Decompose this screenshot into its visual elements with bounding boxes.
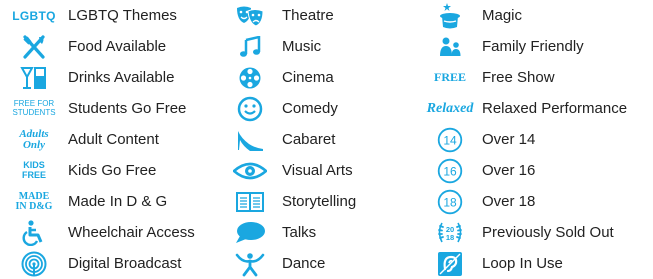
legend-label: Drinks Available — [68, 69, 175, 86]
svg-text:18: 18 — [446, 233, 454, 242]
cutlery-icon — [0, 31, 68, 62]
dancer-icon — [218, 248, 282, 279]
legend-column-1: LGBTQ LGBTQ Themes Food Available Drinks… — [0, 0, 230, 279]
legend-label: Over 14 — [482, 131, 536, 148]
legend-item-cabaret: Cabaret — [218, 124, 418, 155]
open-book-icon — [218, 186, 282, 217]
eye-icon — [218, 155, 282, 186]
made-in-dg-icon: MADE IN D&G — [15, 191, 53, 212]
laurel-icon: 20 18 — [418, 217, 482, 248]
legend-label: Storytelling — [282, 193, 357, 210]
magic-hat-icon — [418, 0, 482, 31]
smiley-icon — [218, 93, 282, 124]
legend-item-free-show: FREE Free Show — [418, 62, 653, 93]
legend-item-music: Music — [218, 31, 418, 62]
legend-item-drinks: Drinks Available — [0, 62, 230, 93]
legend-column-2: Theatre Music Cinema Comedy Cabaret Visu… — [218, 0, 418, 279]
legend-label: Visual Arts — [282, 162, 353, 179]
legend-label: Digital Broadcast — [68, 255, 182, 272]
age-18-icon: 18 — [418, 186, 482, 217]
legend-label: Relaxed Performance — [482, 100, 628, 117]
legend-label: Free Show — [482, 69, 555, 86]
legend-item-students: FREE FOR STUDENTS Students Go Free — [0, 93, 230, 124]
legend-item-wheelchair: Wheelchair Access — [0, 217, 230, 248]
legend-item-family: Family Friendly — [418, 31, 653, 62]
legend: LGBTQ LGBTQ Themes Food Available Drinks… — [0, 0, 653, 279]
legend-label: Over 18 — [482, 193, 536, 210]
kids-free-icon: KIDS FREE — [21, 160, 46, 180]
theatre-masks-icon — [218, 0, 282, 31]
legend-label: Food Available — [68, 38, 167, 55]
legend-label: Previously Sold Out — [482, 224, 614, 241]
legend-label: Comedy — [282, 100, 338, 117]
age-16-icon: 16 — [418, 155, 482, 186]
legend-item-kids: KIDS FREE Kids Go Free — [0, 155, 230, 186]
legend-item-over-18: 18 Over 18 — [418, 186, 653, 217]
legend-label: LGBTQ Themes — [68, 7, 177, 24]
adults-only-icon: Adults Only — [19, 128, 49, 151]
legend-item-adult: Adults Only Adult Content — [0, 124, 230, 155]
legend-label: Cinema — [282, 69, 334, 86]
family-icon — [418, 31, 482, 62]
legend-item-food: Food Available — [0, 31, 230, 62]
legend-item-storytelling: Storytelling — [218, 186, 418, 217]
drinks-icon — [0, 62, 68, 93]
legend-label: Cabaret — [282, 131, 336, 148]
free-icon: FREE — [433, 69, 466, 84]
legend-item-dance: Dance — [218, 248, 418, 279]
lgbtq-icon: LGBTQ — [12, 8, 56, 23]
legend-item-over-16: 16 Over 16 — [418, 155, 653, 186]
legend-column-3: Magic Family Friendly FREE Free Show Rel… — [418, 0, 653, 279]
legend-item-theatre: Theatre — [218, 0, 418, 31]
legend-label: Over 16 — [482, 162, 536, 179]
broadcast-icon — [0, 248, 68, 279]
legend-label: Music — [282, 38, 322, 55]
legend-item-lgbtq: LGBTQ LGBTQ Themes — [0, 0, 230, 31]
legend-item-comedy: Comedy — [218, 93, 418, 124]
free-for-students-icon: FREE FOR STUDENTS — [12, 99, 56, 117]
legend-item-relaxed: Relaxed Relaxed Performance — [418, 93, 653, 124]
svg-text:16: 16 — [443, 164, 457, 178]
legend-label: Wheelchair Access — [68, 224, 195, 241]
wheelchair-icon — [0, 217, 68, 248]
speech-bubble-icon — [218, 217, 282, 248]
legend-label: Talks — [282, 224, 317, 241]
legend-label: Loop In Use — [482, 255, 563, 272]
legend-label: Students Go Free — [68, 100, 187, 117]
legend-item-over-14: 14 Over 14 — [418, 124, 653, 155]
legend-item-made: MADE IN D&G Made In D & G — [0, 186, 230, 217]
legend-label: Magic — [482, 7, 523, 24]
hearing-loop-icon — [418, 248, 482, 279]
relaxed-icon: Relaxed — [426, 100, 474, 116]
legend-item-cinema: Cinema — [218, 62, 418, 93]
legend-item-loop: Loop In Use — [418, 248, 653, 279]
legend-item-broadcast: Digital Broadcast — [0, 248, 230, 279]
legend-item-talks: Talks — [218, 217, 418, 248]
legend-item-magic: Magic — [418, 0, 653, 31]
legend-label: Dance — [282, 255, 326, 272]
svg-text:18: 18 — [443, 195, 457, 209]
age-14-icon: 14 — [418, 124, 482, 155]
legend-label: Kids Go Free — [68, 162, 157, 179]
legend-label: Made In D & G — [68, 193, 168, 210]
legend-label: Theatre — [282, 7, 334, 24]
music-note-icon — [218, 31, 282, 62]
legend-item-sold-out: 20 18 Previously Sold Out — [418, 217, 653, 248]
legend-label: Adult Content — [68, 131, 159, 148]
legend-item-visual-arts: Visual Arts — [218, 155, 418, 186]
svg-text:14: 14 — [443, 133, 457, 147]
high-heel-icon — [218, 124, 282, 155]
legend-label: Family Friendly — [482, 38, 584, 55]
film-reel-icon — [218, 62, 282, 93]
